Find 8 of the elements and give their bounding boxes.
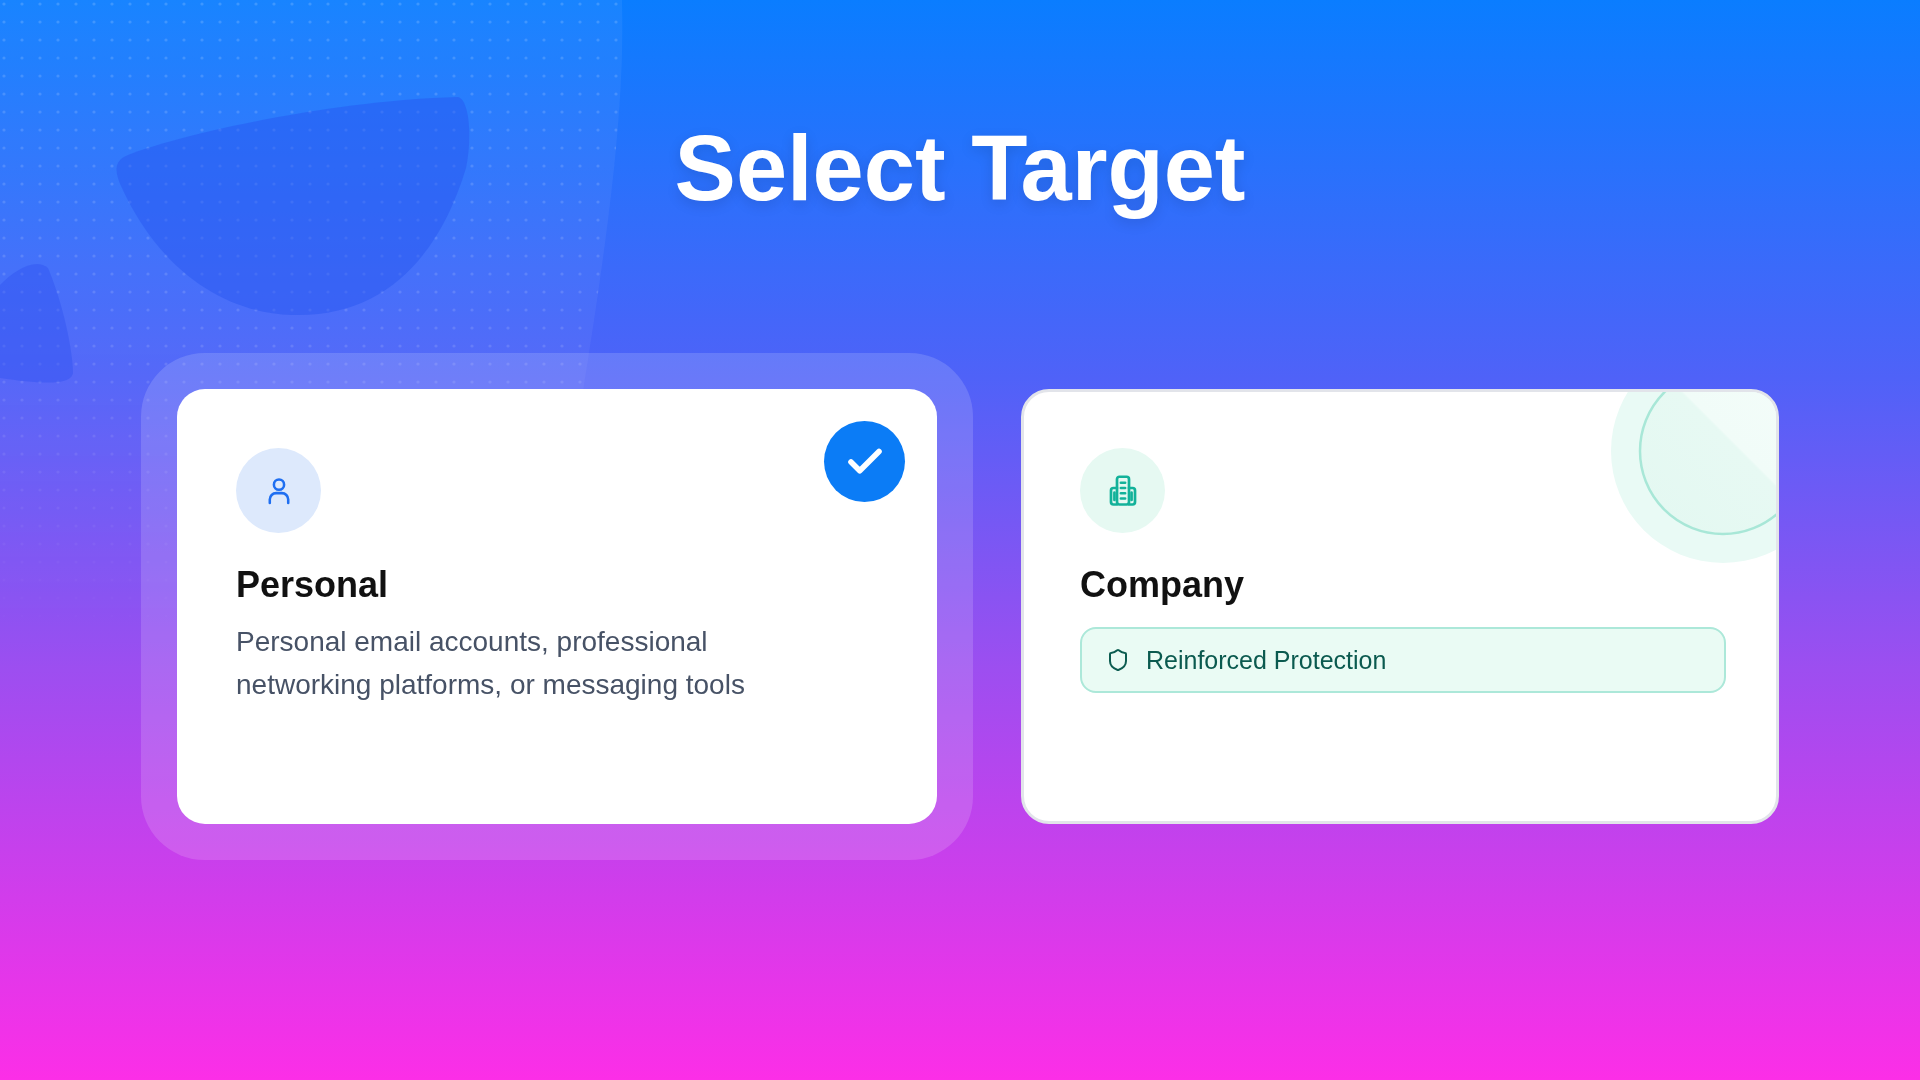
banner-label: Reinforced Protection (1146, 645, 1387, 675)
option-card[interactable]: Personal Personal email accounts, professional networking platforms, or messaging tools (177, 389, 937, 824)
option-title: Company (1080, 563, 1245, 606)
shield-icon (1106, 647, 1130, 673)
page-title: Select Target (674, 116, 1246, 221)
option-card[interactable]: Company Reinforced Protection (1021, 389, 1779, 824)
option-title: Personal (236, 563, 389, 606)
option-description: Personal email accounts, professional networking platforms, or messaging tools (236, 625, 746, 702)
